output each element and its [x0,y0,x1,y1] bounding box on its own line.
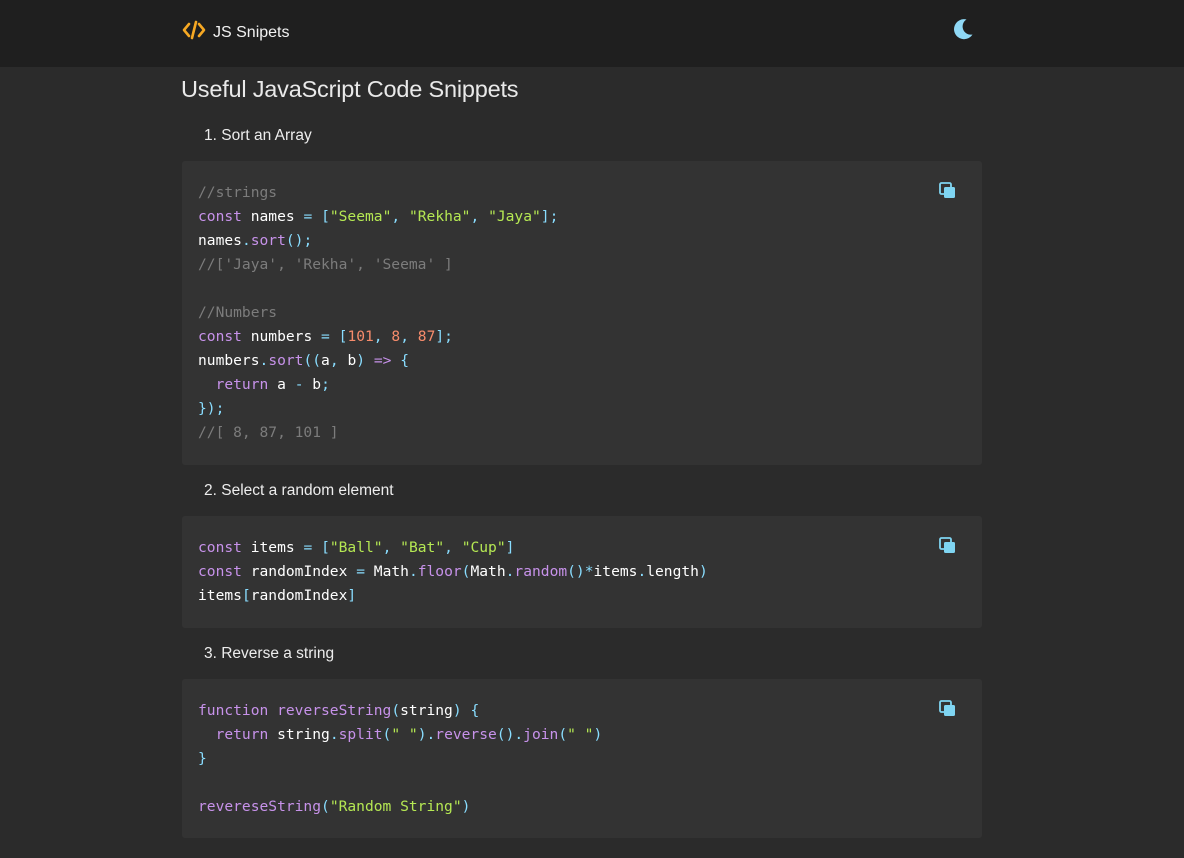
code-content[interactable]: const items = ["Ball", "Bat", "Cup"] con… [198,536,708,608]
page-title: Useful JavaScript Code Snippets [181,76,519,102]
snippet-heading: 2. Select a random element [204,482,394,499]
brand[interactable]: JS Snipets [182,19,289,46]
code-content[interactable]: function reverseString(string) { return … [198,699,602,819]
copy-icon [939,182,955,198]
code-block: function reverseString(string) { return … [182,679,982,838]
brand-title: JS Snipets [213,23,290,41]
copy-button[interactable] [938,699,958,719]
code-block: const items = ["Ball", "Bat", "Cup"] con… [182,516,982,628]
copy-button[interactable] [938,536,958,556]
navbar: JS Snipets [0,0,1184,67]
code-content[interactable]: //strings const names = ["Seema", "Rekha… [198,181,558,445]
copy-icon [939,700,955,716]
copy-button[interactable] [938,181,958,201]
snippet-heading: 1. Sort an Array [204,127,312,144]
code-icon [182,19,206,46]
copy-icon [939,537,955,553]
theme-toggle-button[interactable] [951,17,975,41]
code-block: //strings const names = ["Seema", "Rekha… [182,161,982,465]
next-snippet-heading-partial [204,850,504,858]
moon-icon [951,19,975,45]
snippet-heading: 3. Reverse a string [204,645,335,662]
